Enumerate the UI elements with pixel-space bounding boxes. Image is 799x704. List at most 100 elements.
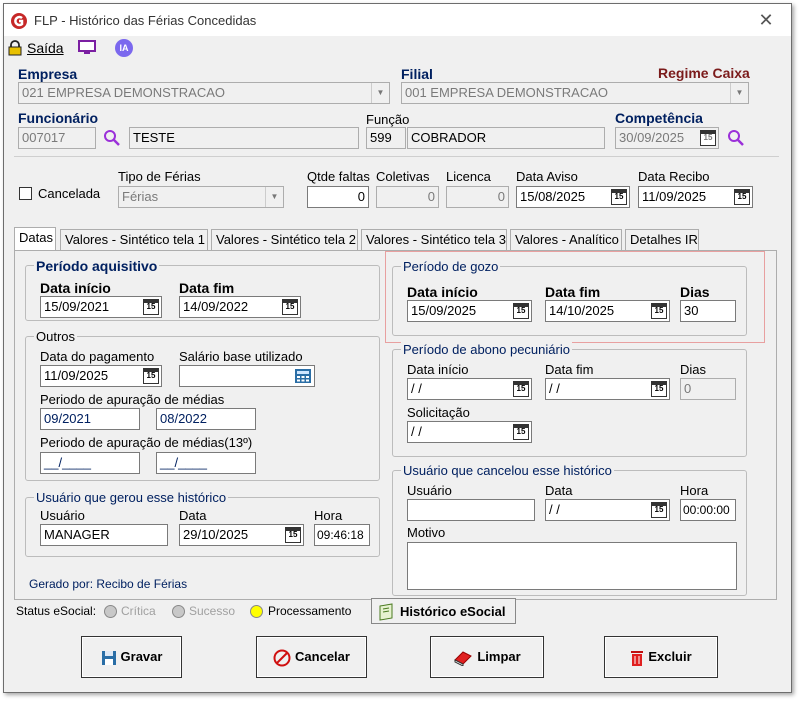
tab-detalhes-ir[interactable]: Detalhes IR xyxy=(625,229,699,251)
calendar-icon[interactable]: 15 xyxy=(611,189,627,205)
periodo-aquisitivo-group: Período aquisitivo Data início 15/09/202… xyxy=(25,258,380,321)
periodo-gozo-group: Período de gozo Data início 15/09/2025 1… xyxy=(392,259,747,336)
licenca-field: 0 xyxy=(446,186,509,208)
save-icon xyxy=(101,650,116,665)
cancelou-usuario-label: Usuário xyxy=(407,483,452,498)
periodo-aquisitivo-title: Período aquisitivo xyxy=(34,258,160,274)
window-title: FLP - Histórico das Férias Concedidas xyxy=(34,13,257,28)
gravar-label: Gravar xyxy=(120,649,163,664)
tab-datas[interactable]: Datas xyxy=(14,227,56,251)
gozo-dias-field[interactable]: 30 xyxy=(680,300,736,322)
cancelou-hora-label: Hora xyxy=(680,483,709,498)
status-critica-label: Crítica xyxy=(121,604,156,618)
gozo-dias-label: Dias xyxy=(680,284,710,300)
aquisitivo-inicio-field[interactable]: 15/09/2021 15 xyxy=(40,296,162,318)
aquisitivo-fim-field[interactable]: 14/09/2022 15 xyxy=(179,296,301,318)
gozo-fim-field[interactable]: 14/10/2025 15 xyxy=(545,300,670,322)
eraser-icon xyxy=(454,650,473,667)
gozo-inicio-field[interactable]: 15/09/2025 15 xyxy=(407,300,532,322)
data-aviso-label: Data Aviso xyxy=(516,169,578,184)
cancelar-button[interactable]: Cancelar xyxy=(256,636,367,678)
ia-icon[interactable]: IA xyxy=(115,39,133,57)
chevron-down-icon: ▼ xyxy=(265,187,283,207)
gozo-inicio-value: 15/09/2025 xyxy=(411,303,477,318)
calendar-icon[interactable]: 15 xyxy=(513,424,529,440)
calendar-icon[interactable]: 15 xyxy=(734,189,750,205)
abono-fim-label: Data fim xyxy=(545,362,594,377)
competencia-value: 30/09/2025 xyxy=(619,130,685,145)
tab-valores-analitico[interactable]: Valores - Analítico xyxy=(510,229,622,251)
gozo-fim-label: Data fim xyxy=(545,284,601,300)
qtde-faltas-label: Qtde faltas xyxy=(307,169,370,184)
gravar-button[interactable]: Gravar xyxy=(81,636,182,678)
outros-title: Outros xyxy=(34,329,78,344)
periodo-gozo-title: Período de gozo xyxy=(401,259,501,274)
aquisitivo-fim-value: 14/09/2022 xyxy=(183,299,249,314)
pagamento-value: 11/09/2025 xyxy=(44,368,109,383)
calendar-icon[interactable]: 15 xyxy=(282,299,298,315)
data-recibo-field[interactable]: 11/09/2025 15 xyxy=(638,186,753,208)
data-aviso-value: 15/08/2025 xyxy=(520,189,586,204)
padlock-icon xyxy=(8,40,22,56)
apuracao-fim-field[interactable]: 08/2022 xyxy=(156,408,256,430)
abono-dias-label: Dias xyxy=(680,362,707,377)
filial-value: 001 EMPRESA DEMONSTRACAO xyxy=(405,85,608,100)
abono-fim-field[interactable]: / / 15 xyxy=(545,378,670,400)
tab-valores-sintetico-1[interactable]: Valores - Sintético tela 1 xyxy=(60,229,208,251)
empresa-select[interactable]: 021 EMPRESA DEMONSTRACAO ▼ xyxy=(18,82,390,104)
apuracao13-inicio-field[interactable]: __/____ xyxy=(40,452,140,474)
data-aviso-field[interactable]: 15/08/2025 15 xyxy=(516,186,630,208)
calendar-icon: 15 xyxy=(651,502,667,518)
calendar-icon[interactable]: 15 xyxy=(143,299,159,315)
cancelar-label: Cancelar xyxy=(295,649,350,664)
gerado-por-text: Gerado por: Recibo de Férias xyxy=(29,577,188,591)
historico-esocial-button[interactable]: Histórico eSocial xyxy=(371,598,516,624)
calendar-icon[interactable]: 15 xyxy=(143,368,159,384)
cancelada-checkbox[interactable] xyxy=(19,187,32,200)
tipo-ferias-select[interactable]: Férias ▼ xyxy=(118,186,284,208)
search-icon[interactable] xyxy=(103,129,121,147)
tipo-ferias-value: Férias xyxy=(122,189,159,204)
qtde-faltas-field[interactable]: 0 xyxy=(307,186,369,208)
apuracao-label: Periodo de apuração de médias xyxy=(40,392,225,407)
calendar-icon[interactable]: 15 xyxy=(513,381,529,397)
excluir-button[interactable]: Excluir xyxy=(604,636,718,678)
abono-inicio-value: / / xyxy=(411,381,422,396)
cancelou-data-field: / / 15 xyxy=(545,499,670,521)
apuracao-inicio-field[interactable]: 09/2021 xyxy=(40,408,140,430)
abono-fim-value: / / xyxy=(549,381,560,396)
funcionario-code-field[interactable]: 007017 xyxy=(18,127,96,149)
calendar-icon[interactable]: 15 xyxy=(700,130,716,146)
limpar-button[interactable]: Limpar xyxy=(430,636,544,678)
calendar-icon[interactable]: 15 xyxy=(651,303,667,319)
competencia-field[interactable]: 30/09/2025 15 xyxy=(615,127,719,149)
gerou-usuario-field: MANAGER xyxy=(40,524,168,546)
search-icon[interactable] xyxy=(727,129,745,147)
tab-valores-sintetico-3[interactable]: Valores - Sintético tela 3 xyxy=(361,229,507,251)
title-bar: FLP - Histórico das Férias Concedidas ✕ xyxy=(4,4,791,36)
abono-inicio-field[interactable]: / / 15 xyxy=(407,378,532,400)
tipo-ferias-label: Tipo de Férias xyxy=(118,169,201,184)
monitor-icon[interactable] xyxy=(78,40,96,56)
abono-dias-field: 0 xyxy=(680,378,736,400)
close-icon[interactable]: ✕ xyxy=(754,8,778,32)
licenca-label: Licenca xyxy=(446,169,491,184)
calendar-icon[interactable]: 15 xyxy=(513,303,529,319)
apuracao13-fim-field[interactable]: __/____ xyxy=(156,452,256,474)
apuracao13-label: Periodo de apuração de médias(13º) xyxy=(40,435,253,450)
app-logo-icon xyxy=(11,13,27,29)
tab-valores-sintetico-2[interactable]: Valores - Sintético tela 2 xyxy=(211,229,358,251)
filial-select[interactable]: 001 EMPRESA DEMONSTRACAO ▼ xyxy=(401,82,749,104)
calendar-icon[interactable]: 15 xyxy=(651,381,667,397)
calculator-icon[interactable] xyxy=(295,369,311,383)
exit-label: Saída xyxy=(27,40,64,56)
cancelou-hora-field: 00:00:00 xyxy=(680,499,736,521)
gerou-hora-label: Hora xyxy=(314,508,343,523)
motivo-label: Motivo xyxy=(407,525,446,540)
cancelou-usuario-field xyxy=(407,499,535,521)
gozo-fim-value: 14/10/2025 xyxy=(549,303,615,318)
pagamento-field[interactable]: 11/09/2025 15 xyxy=(40,365,162,387)
salario-field[interactable] xyxy=(179,365,315,387)
funcionario-name-field: TESTE xyxy=(129,127,359,149)
solicitacao-field[interactable]: / / 15 xyxy=(407,421,532,443)
